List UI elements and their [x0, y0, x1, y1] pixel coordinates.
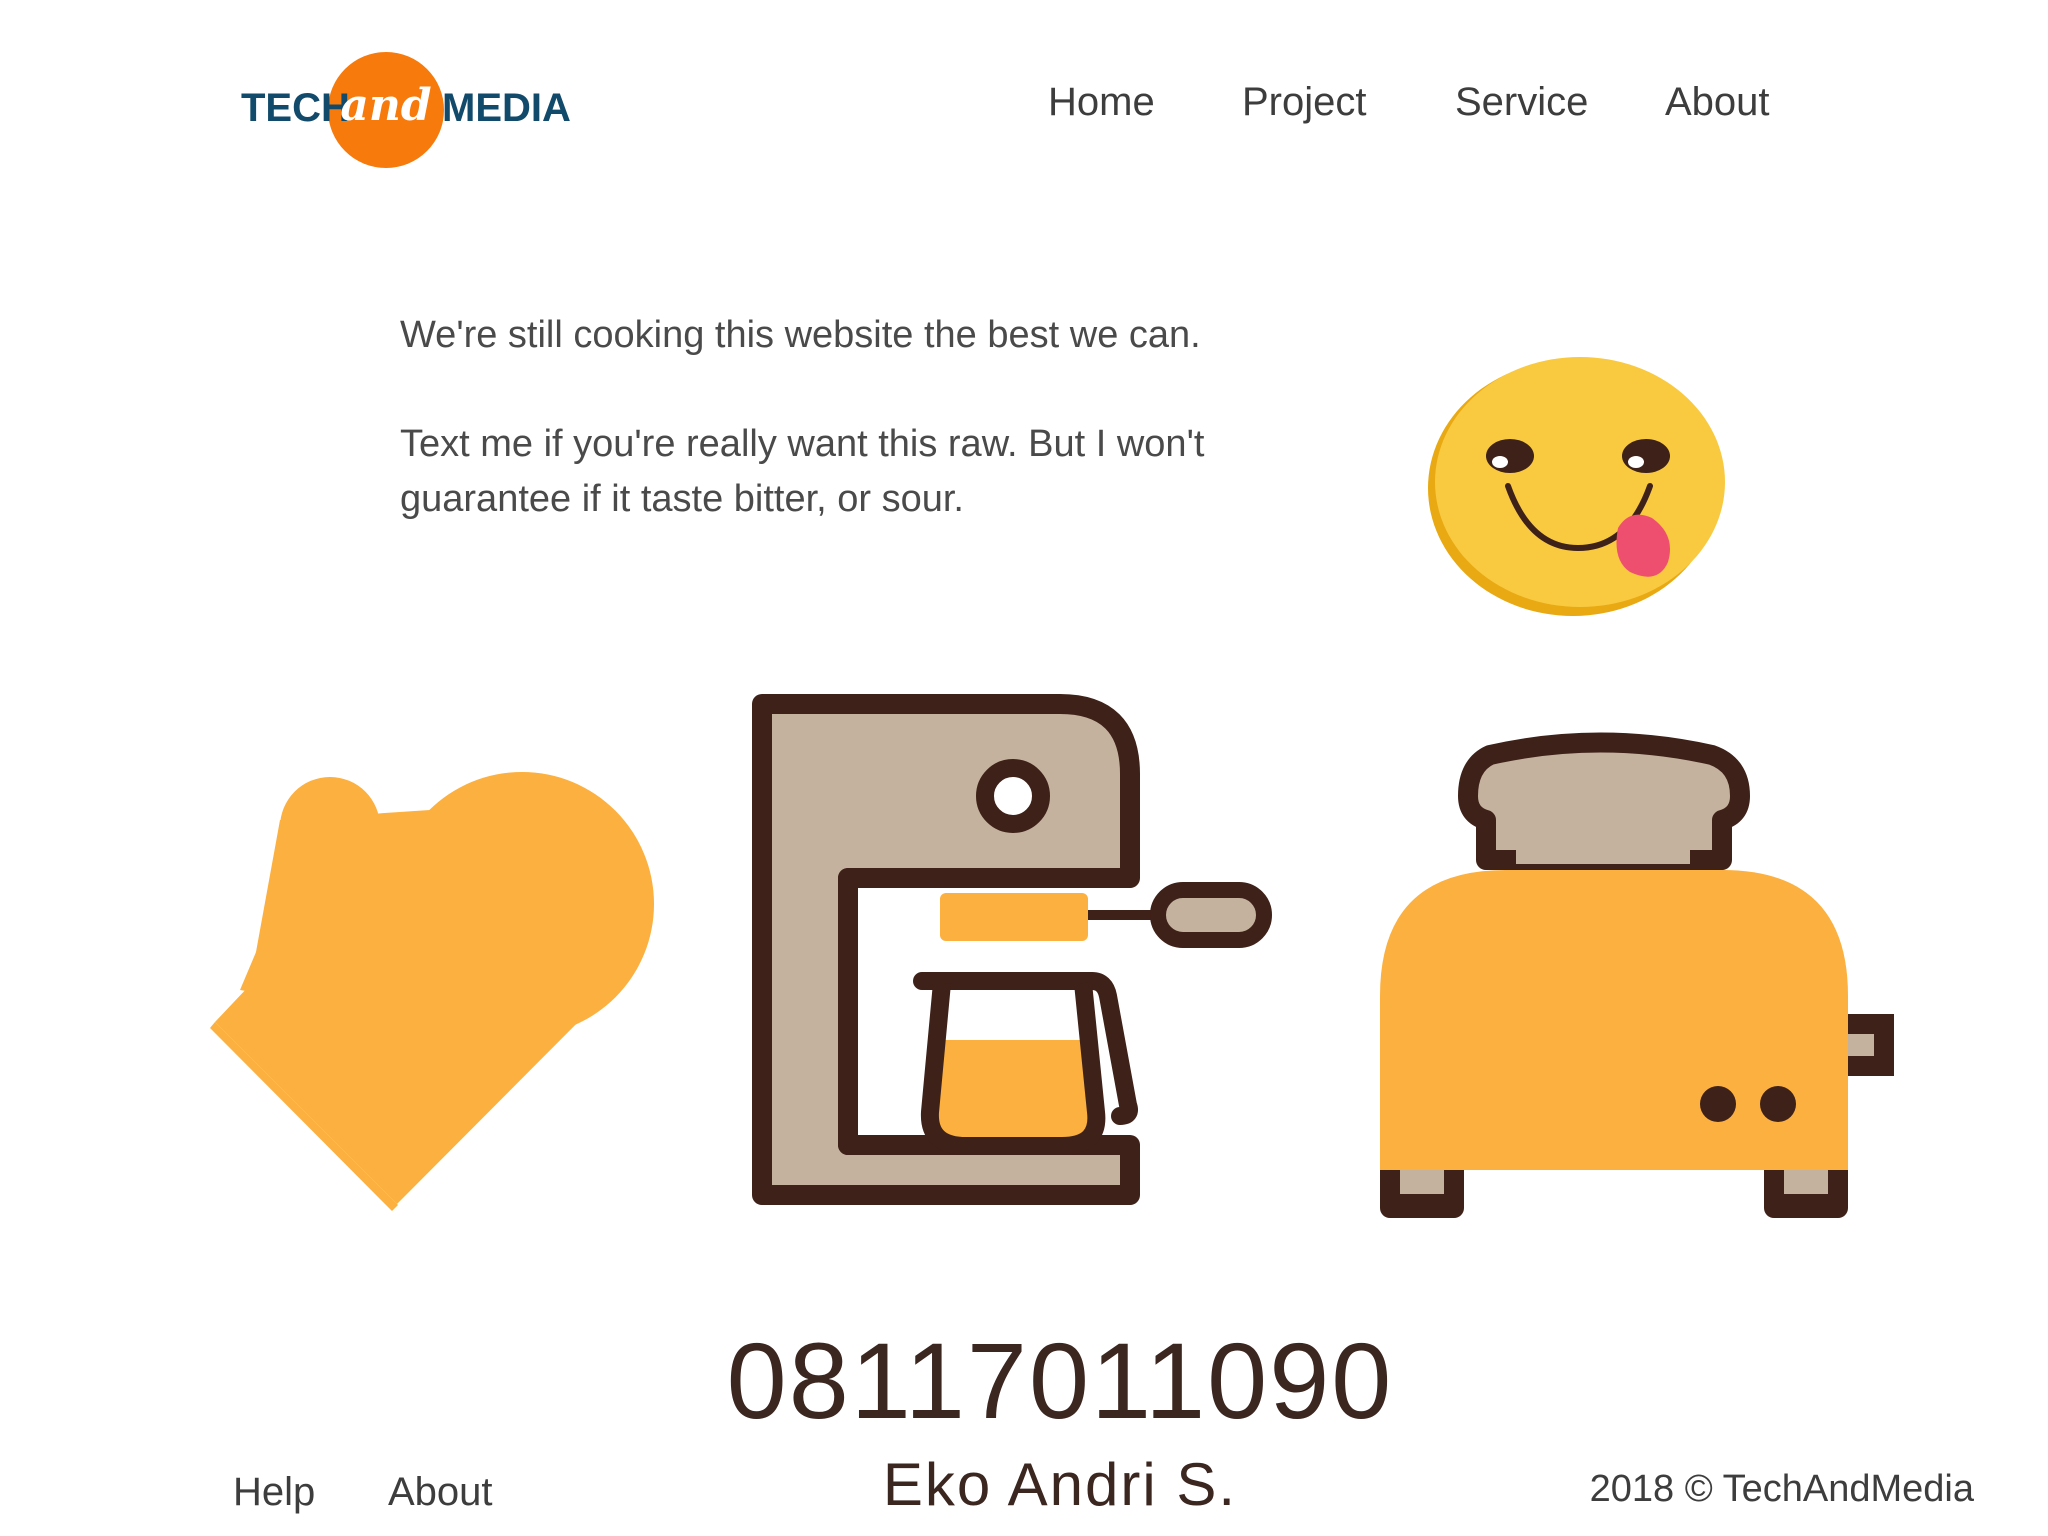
contact-name: Eko Andri S.	[882, 1451, 1238, 1518]
emoji-tongue-icon	[1428, 357, 1725, 616]
footer-help-link[interactable]: Help	[233, 1470, 315, 1515]
oven-mitt-icon	[210, 772, 654, 1211]
illustration-canvas	[210, 357, 1894, 1218]
phone-number: 08117011090	[726, 1320, 1394, 1441]
footer-about-link[interactable]: About	[388, 1470, 493, 1515]
coffee-maker-icon	[752, 694, 1272, 1205]
copyright: 2018 © TechAndMedia	[1589, 1468, 1974, 1510]
toaster-icon	[1380, 732, 1894, 1218]
